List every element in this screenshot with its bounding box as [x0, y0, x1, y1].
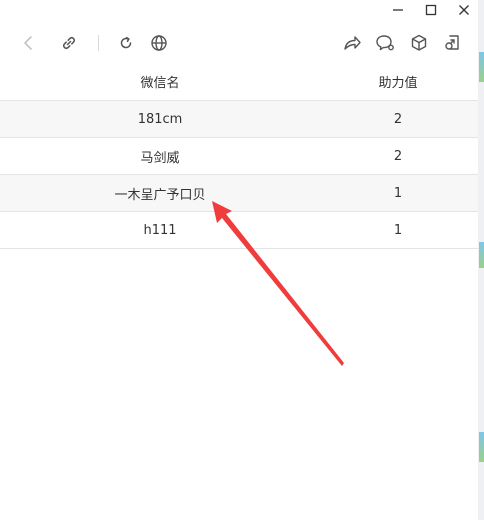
assist-value-cell: 1	[393, 222, 403, 238]
table-row: 一木呈广予口贝 1	[0, 175, 478, 212]
column-header-wechat-name: 微信名	[140, 76, 180, 91]
back-button[interactable]	[16, 31, 40, 55]
maximize-button[interactable]	[418, 0, 444, 20]
minimize-icon	[393, 9, 403, 11]
moments-button[interactable]	[373, 31, 397, 55]
minimize-button[interactable]	[385, 0, 411, 20]
open-external-button[interactable]	[440, 31, 464, 55]
table-header: 微信名 助力值	[0, 63, 478, 101]
assist-value-cell: 2	[393, 148, 403, 164]
close-icon	[459, 5, 469, 15]
wechat-name-cell: 181cm	[137, 111, 183, 127]
assist-ranking-table: 微信名 助力值 181cm 2 马剑威 2 一木呈广予口贝 1 h111 1	[0, 63, 478, 249]
share-icon	[344, 36, 361, 50]
browser-window: 微信名 助力值 181cm 2 马剑威 2 一木呈广予口贝 1 h111 1	[0, 0, 479, 520]
open-external-icon	[445, 35, 459, 50]
wechat-name-cell: 马剑威	[140, 150, 180, 166]
open-in-browser-button[interactable]	[147, 31, 171, 55]
assist-value-cell: 2	[393, 111, 403, 127]
wechat-name-cell: h111	[143, 222, 177, 238]
cube-icon	[411, 34, 427, 51]
copy-link-button[interactable]	[57, 31, 81, 55]
background-window-edge	[478, 0, 484, 520]
toolbar-separator	[98, 35, 99, 51]
close-button[interactable]	[451, 0, 477, 20]
background-thumbnail	[479, 242, 484, 268]
mini-program-button[interactable]	[407, 31, 431, 55]
column-header-assist-value: 助力值	[378, 76, 418, 91]
table-row: 181cm 2	[0, 101, 478, 138]
refresh-button[interactable]	[114, 31, 138, 55]
share-button[interactable]	[340, 31, 364, 55]
maximize-icon	[425, 4, 437, 16]
background-thumbnail	[479, 432, 484, 462]
table-row: 马剑威 2	[0, 138, 478, 175]
wechat-name-cell: 一木呈广予口贝	[114, 187, 206, 203]
link-icon	[63, 37, 75, 49]
background-thumbnail	[479, 52, 484, 82]
chat-bubble-icon	[376, 35, 394, 51]
table-row: h111 1	[0, 212, 478, 249]
refresh-icon	[120, 36, 132, 49]
globe-icon	[151, 35, 167, 51]
assist-value-cell: 1	[393, 185, 403, 201]
back-icon	[24, 36, 32, 50]
